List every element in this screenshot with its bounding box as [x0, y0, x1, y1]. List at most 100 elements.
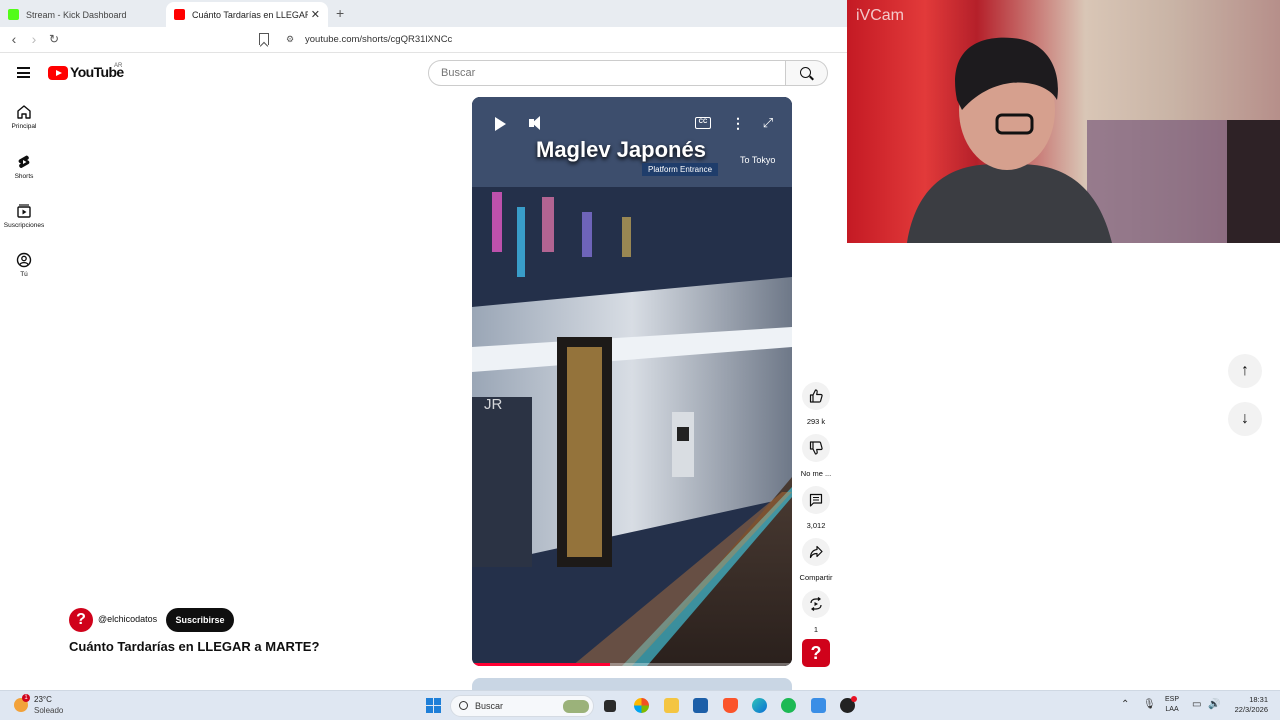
reload-icon[interactable]: ↻ [46, 32, 62, 46]
tab-kick-dashboard[interactable]: Stream - Kick Dashboard [0, 2, 166, 27]
subscriptions-icon [17, 204, 31, 218]
webcam-overlay: iVCam [847, 0, 1280, 243]
input-language-code: ESP [1165, 696, 1180, 703]
clock-date: 22/3/2026 [1234, 705, 1268, 714]
youtube-logo-icon[interactable] [48, 66, 68, 80]
weather-badge: 1 [22, 694, 30, 702]
subscribe-button[interactable]: Suscribirse [166, 608, 234, 632]
share-label: Compartir [799, 573, 833, 582]
thumbs-down-icon [809, 441, 823, 455]
country-code: AR [114, 63, 123, 69]
sidebar-item-you[interactable]: Tú [0, 252, 48, 278]
microphone-icon[interactable]: 🎙 [1143, 699, 1156, 710]
sidebar-item-label: Suscripciones [3, 222, 45, 229]
play-icon[interactable] [491, 115, 509, 133]
more-options-icon[interactable]: ⋮ [729, 115, 747, 133]
sidebar-item-home[interactable]: Principal [0, 104, 48, 130]
share-button[interactable]: Compartir [796, 538, 836, 582]
search-icon [459, 701, 468, 710]
closed-captions-icon[interactable]: CC [695, 117, 711, 129]
close-tab-icon[interactable]: ✕ [311, 8, 320, 21]
search-icon [800, 67, 811, 78]
bookmark-icon[interactable] [259, 33, 269, 45]
taskbar-search-label: Buscar [475, 701, 504, 711]
weather-temperature[interactable]: 23°C [34, 695, 52, 704]
menu-icon[interactable] [17, 67, 30, 78]
edge-browser-icon[interactable] [752, 698, 767, 713]
copilot-icon[interactable] [634, 698, 649, 713]
video-progress-fill [472, 663, 610, 666]
sidebar-item-subscriptions[interactable]: Suscripciones [0, 203, 48, 229]
dislike-button[interactable]: No me ... [796, 434, 836, 478]
sidebar-item-label: Shorts [14, 173, 34, 180]
channel-handle[interactable]: @elchicodatos [98, 614, 157, 624]
shorts-icon [18, 155, 30, 168]
tab-youtube-short[interactable]: Cuánto Tardarías en LLEGAR a M ✕ [166, 2, 328, 27]
video-overlay-title: Maglev Japonés [536, 137, 706, 162]
video-overlay-sign: Platform Entrance [642, 163, 719, 176]
input-language[interactable]: ESP LAA [1165, 695, 1179, 715]
tray-chevron-up-icon[interactable]: ⌃ [1121, 699, 1129, 710]
video-overlay-sign-destination: To Tokyo [740, 155, 776, 165]
video-progress-bar[interactable] [472, 663, 792, 666]
clock-time: 18:31 [1249, 695, 1268, 704]
previous-short-button[interactable]: ↑ [1228, 354, 1262, 388]
arrow-down-icon: ↓ [1241, 410, 1249, 427]
spotify-icon[interactable] [781, 698, 796, 713]
sidebar-item-shorts[interactable]: Shorts [0, 154, 48, 180]
site-info-icon[interactable]: ⚙ [286, 34, 294, 45]
clock[interactable]: 18:31 22/3/2026 [1232, 695, 1268, 715]
back-icon[interactable]: ‹ [6, 31, 22, 47]
tab-label: Stream - Kick Dashboard [26, 9, 127, 20]
new-tab-button[interactable]: + [336, 5, 344, 21]
browser-address-bar: ‹ › ↻ ⚙ youtube.com/shorts/cgQR31lXNCc [0, 27, 847, 53]
like-button[interactable]: 293 k [796, 382, 836, 426]
task-view-icon[interactable] [604, 700, 616, 712]
url-field[interactable]: youtube.com/shorts/cgQR31lXNCc [305, 34, 452, 45]
next-short-button[interactable]: ↓ [1228, 402, 1262, 436]
comment-icon [809, 493, 823, 507]
channel-avatar[interactable]: ? [69, 608, 93, 632]
webcam-frame-person [907, 37, 1280, 243]
svg-text:JR: JR [484, 396, 503, 413]
browser-tab-bar: Stream - Kick Dashboard Cuánto Tardarías… [0, 0, 847, 27]
windows-taskbar: 1 23°C Soleado Buscar ⌃ 🎙 ESP LAA ▭ 🔊 18… [0, 690, 1280, 720]
taskbar-search-box[interactable]: Buscar [450, 695, 594, 717]
youtube-favicon-icon [174, 9, 185, 20]
share-icon [809, 545, 823, 559]
brave-browser-icon[interactable] [723, 698, 738, 713]
video-frame-train-station: JR [472, 97, 792, 666]
volume-tray-icon[interactable]: 🔊 [1208, 699, 1220, 710]
weather-description[interactable]: Soleado [34, 706, 63, 715]
home-icon [17, 105, 31, 119]
tab-label: Cuánto Tardarías en LLEGAR a M [192, 9, 308, 20]
search-box [428, 60, 786, 86]
search-input[interactable] [441, 67, 771, 79]
notification-dot-icon [851, 696, 857, 702]
file-explorer-icon[interactable] [664, 698, 679, 713]
remix-count: 1 [813, 625, 819, 634]
arrow-up-icon: ↑ [1241, 362, 1249, 379]
sidebar-item-label: Principal [11, 123, 37, 130]
short-video-player[interactable]: JR Maglev Japonés Platform Entrance To T… [472, 97, 792, 666]
comment-count: 3,012 [806, 521, 826, 530]
like-count: 293 k [806, 417, 826, 426]
webcam-label: iVCam [856, 7, 905, 24]
volume-icon[interactable] [527, 115, 545, 133]
fullscreen-icon[interactable]: ⤢ [759, 115, 777, 133]
thumbs-up-icon [809, 389, 823, 403]
windows-start-icon[interactable] [426, 698, 441, 713]
forward-icon[interactable]: › [26, 31, 42, 47]
app-icon[interactable] [811, 698, 826, 713]
search-button[interactable] [786, 60, 828, 86]
microsoft-store-icon[interactable] [693, 698, 708, 713]
search-highlight-image [563, 700, 589, 713]
you-icon [16, 252, 32, 268]
comments-button[interactable]: 3,012 [796, 486, 836, 530]
short-title[interactable]: Cuánto Tardarías en LLEGAR a MARTE? [69, 639, 319, 654]
remix-icon [810, 597, 822, 611]
remix-button[interactable]: 1 [796, 590, 836, 634]
dislike-label: No me ... [800, 469, 832, 478]
channel-thumbnail-icon[interactable]: ? [802, 639, 830, 667]
network-icon[interactable]: ▭ [1192, 699, 1201, 710]
